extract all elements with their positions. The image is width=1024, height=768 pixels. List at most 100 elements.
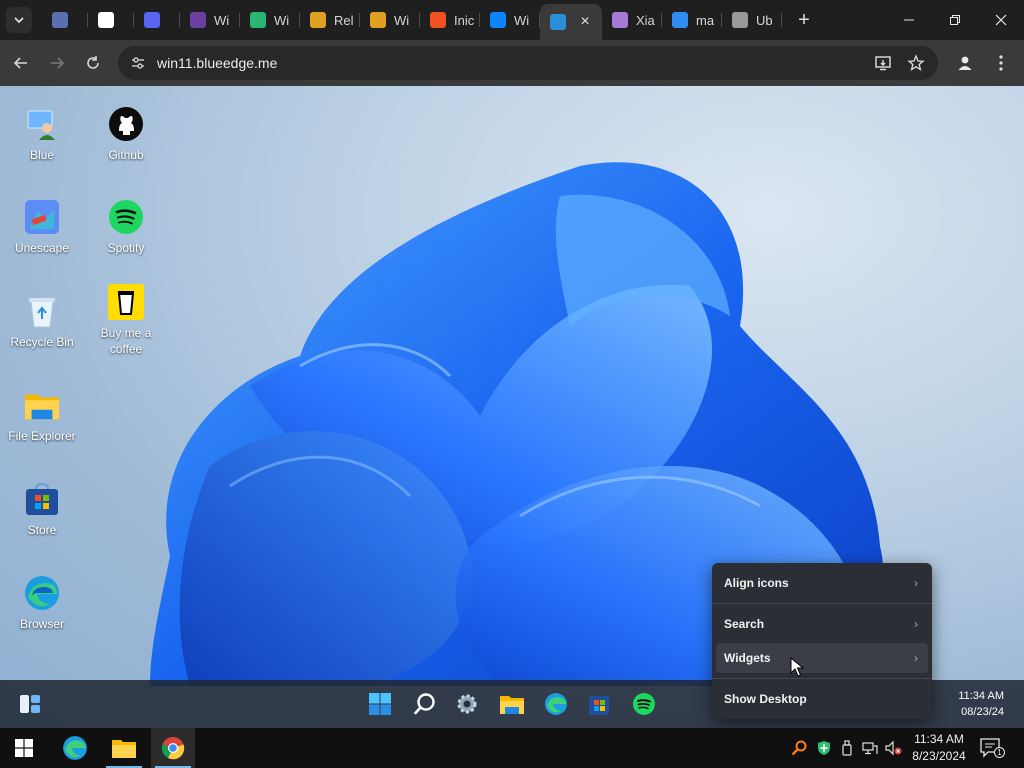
site-info-icon[interactable] bbox=[130, 55, 146, 71]
desktop-icon-blue[interactable]: Blue bbox=[0, 106, 84, 163]
windows-11-icon bbox=[490, 12, 506, 28]
store-icon bbox=[24, 481, 60, 517]
desktop-icon-label: Github bbox=[108, 148, 144, 162]
desktop-icon-browser[interactable]: Browser bbox=[0, 575, 84, 632]
edge-icon bbox=[63, 736, 87, 760]
xiaomi-icon bbox=[612, 12, 628, 28]
back-button[interactable] bbox=[6, 48, 36, 78]
tab-title: Rel bbox=[334, 12, 354, 28]
taskbar-context-menu: Align icons › Search › Widgets › Show De… bbox=[712, 563, 932, 719]
tab[interactable]: Xia bbox=[602, 4, 662, 36]
host-chrome-button[interactable] bbox=[151, 728, 195, 768]
desktop-icon-buy-me-a-coffee[interactable]: Buy me a coffee bbox=[84, 284, 168, 357]
tab-list: Wi Wi Rel Wi Inic Wi × Xia ma Ub bbox=[42, 0, 782, 40]
network-icon[interactable] bbox=[861, 739, 879, 757]
coffee-icon bbox=[108, 284, 144, 320]
chevron-down-icon bbox=[14, 17, 24, 24]
file-explorer-icon bbox=[500, 696, 524, 714]
taskbar-spotify-button[interactable] bbox=[628, 688, 660, 720]
tray-search-app-icon[interactable] bbox=[790, 739, 808, 757]
finder-icon bbox=[672, 12, 688, 28]
desktop-icon-label: Spotify bbox=[107, 241, 145, 255]
widgets-button[interactable] bbox=[14, 688, 46, 720]
menu-item-align-icons[interactable]: Align icons › bbox=[716, 568, 928, 598]
tab[interactable]: Wi bbox=[180, 4, 240, 36]
tab-title: Inic bbox=[454, 12, 475, 28]
menu-item-search[interactable]: Search › bbox=[716, 609, 928, 639]
new-tab-button[interactable]: + bbox=[792, 9, 816, 32]
blue-user-icon bbox=[24, 106, 60, 142]
url-text[interactable]: win11.blueedge.me bbox=[157, 55, 277, 71]
host-start-button[interactable] bbox=[2, 728, 46, 768]
tab-search-button[interactable] bbox=[6, 7, 32, 33]
menu-item-label: Show Desktop bbox=[724, 692, 807, 706]
tab[interactable]: Wi bbox=[360, 4, 420, 36]
close-window-button[interactable] bbox=[978, 0, 1024, 40]
folder-icon bbox=[24, 387, 60, 423]
tab-active[interactable]: × bbox=[540, 4, 602, 40]
menu-item-widgets[interactable]: Widgets › bbox=[716, 643, 928, 673]
tab-separator bbox=[781, 13, 782, 27]
taskbar-file-explorer-button[interactable] bbox=[496, 688, 528, 720]
bookmark-button[interactable] bbox=[906, 53, 926, 73]
tab[interactable]: Ub bbox=[722, 4, 782, 36]
desktop-icon-file-explorer[interactable]: File Explorer bbox=[0, 387, 84, 444]
chevron-right-icon: › bbox=[914, 651, 918, 665]
simulated-clock[interactable]: 11:34 AM 08/23/24 bbox=[958, 688, 1004, 720]
tab[interactable]: ma bbox=[662, 4, 722, 36]
host-edge-button[interactable] bbox=[53, 728, 97, 768]
minimize-button[interactable] bbox=[886, 0, 932, 40]
windows-logo-icon bbox=[190, 12, 206, 28]
tab[interactable] bbox=[134, 4, 180, 36]
notification-center-button[interactable]: 1 bbox=[980, 738, 1005, 760]
restore-icon bbox=[950, 15, 960, 25]
desktop-icon-github[interactable]: Github bbox=[84, 106, 168, 163]
desktop-icon-label: Browser bbox=[19, 617, 64, 631]
reload-button[interactable] bbox=[78, 48, 108, 78]
restore-button[interactable] bbox=[932, 0, 978, 40]
tab[interactable]: Wi bbox=[480, 4, 540, 36]
security-shield-icon[interactable] bbox=[815, 739, 833, 757]
tab[interactable]: Inic bbox=[420, 4, 480, 36]
github-icon bbox=[108, 106, 144, 142]
tab-title: ma bbox=[696, 12, 715, 28]
profile-button[interactable] bbox=[950, 48, 980, 78]
volume-muted-icon[interactable] bbox=[884, 739, 902, 757]
simulated-time: 11:34 AM bbox=[958, 690, 1004, 702]
settings-icon bbox=[457, 694, 477, 714]
tab[interactable] bbox=[88, 4, 134, 36]
usb-device-icon[interactable] bbox=[838, 739, 856, 757]
host-clock[interactable]: 11:34 AM 8/23/2024 bbox=[906, 731, 972, 765]
forward-button[interactable] bbox=[42, 48, 72, 78]
taskbar-search-button[interactable] bbox=[409, 688, 441, 720]
taskbar-settings-button[interactable] bbox=[451, 688, 483, 720]
desktop-icon-unescape[interactable]: Unescape bbox=[0, 199, 84, 256]
minimize-icon bbox=[904, 19, 914, 21]
address-bar[interactable]: win11.blueedge.me bbox=[118, 46, 938, 80]
tab-title: Wi bbox=[274, 12, 290, 28]
menu-item-label: Align icons bbox=[724, 576, 789, 590]
win11-blueedge-icon bbox=[550, 14, 566, 30]
install-app-button[interactable] bbox=[873, 53, 893, 73]
host-file-explorer-button[interactable] bbox=[102, 728, 146, 768]
tab[interactable]: Rel bbox=[300, 4, 360, 36]
desktop-icon-spotify[interactable]: Spotify bbox=[84, 199, 168, 256]
browser-toolbar: win11.blueedge.me bbox=[0, 40, 1024, 86]
close-tab-icon[interactable]: × bbox=[576, 13, 594, 31]
discord-icon bbox=[144, 12, 160, 28]
desktop-icon-recycle-bin[interactable]: Recycle Bin bbox=[0, 293, 84, 350]
menu-item-show-desktop[interactable]: Show Desktop bbox=[716, 684, 928, 714]
tab[interactable] bbox=[42, 4, 88, 36]
taskbar-start-button[interactable] bbox=[364, 688, 396, 720]
kyber-icon bbox=[52, 12, 68, 28]
spotify-icon bbox=[108, 199, 144, 235]
host-taskbar: 11:34 AM 8/23/2024 1 bbox=[0, 728, 1024, 768]
edge-icon bbox=[545, 693, 567, 715]
web-page-desktop[interactable]: Blue Github Unescape Spotify Recycle Bin bbox=[0, 86, 1024, 728]
notification-count-badge: 1 bbox=[994, 747, 1005, 758]
desktop-icon-store[interactable]: Store bbox=[0, 481, 84, 538]
browser-menu-button[interactable] bbox=[986, 48, 1016, 78]
tab[interactable]: Wi bbox=[240, 4, 300, 36]
taskbar-edge-button[interactable] bbox=[540, 688, 572, 720]
taskbar-store-button[interactable] bbox=[583, 688, 615, 720]
